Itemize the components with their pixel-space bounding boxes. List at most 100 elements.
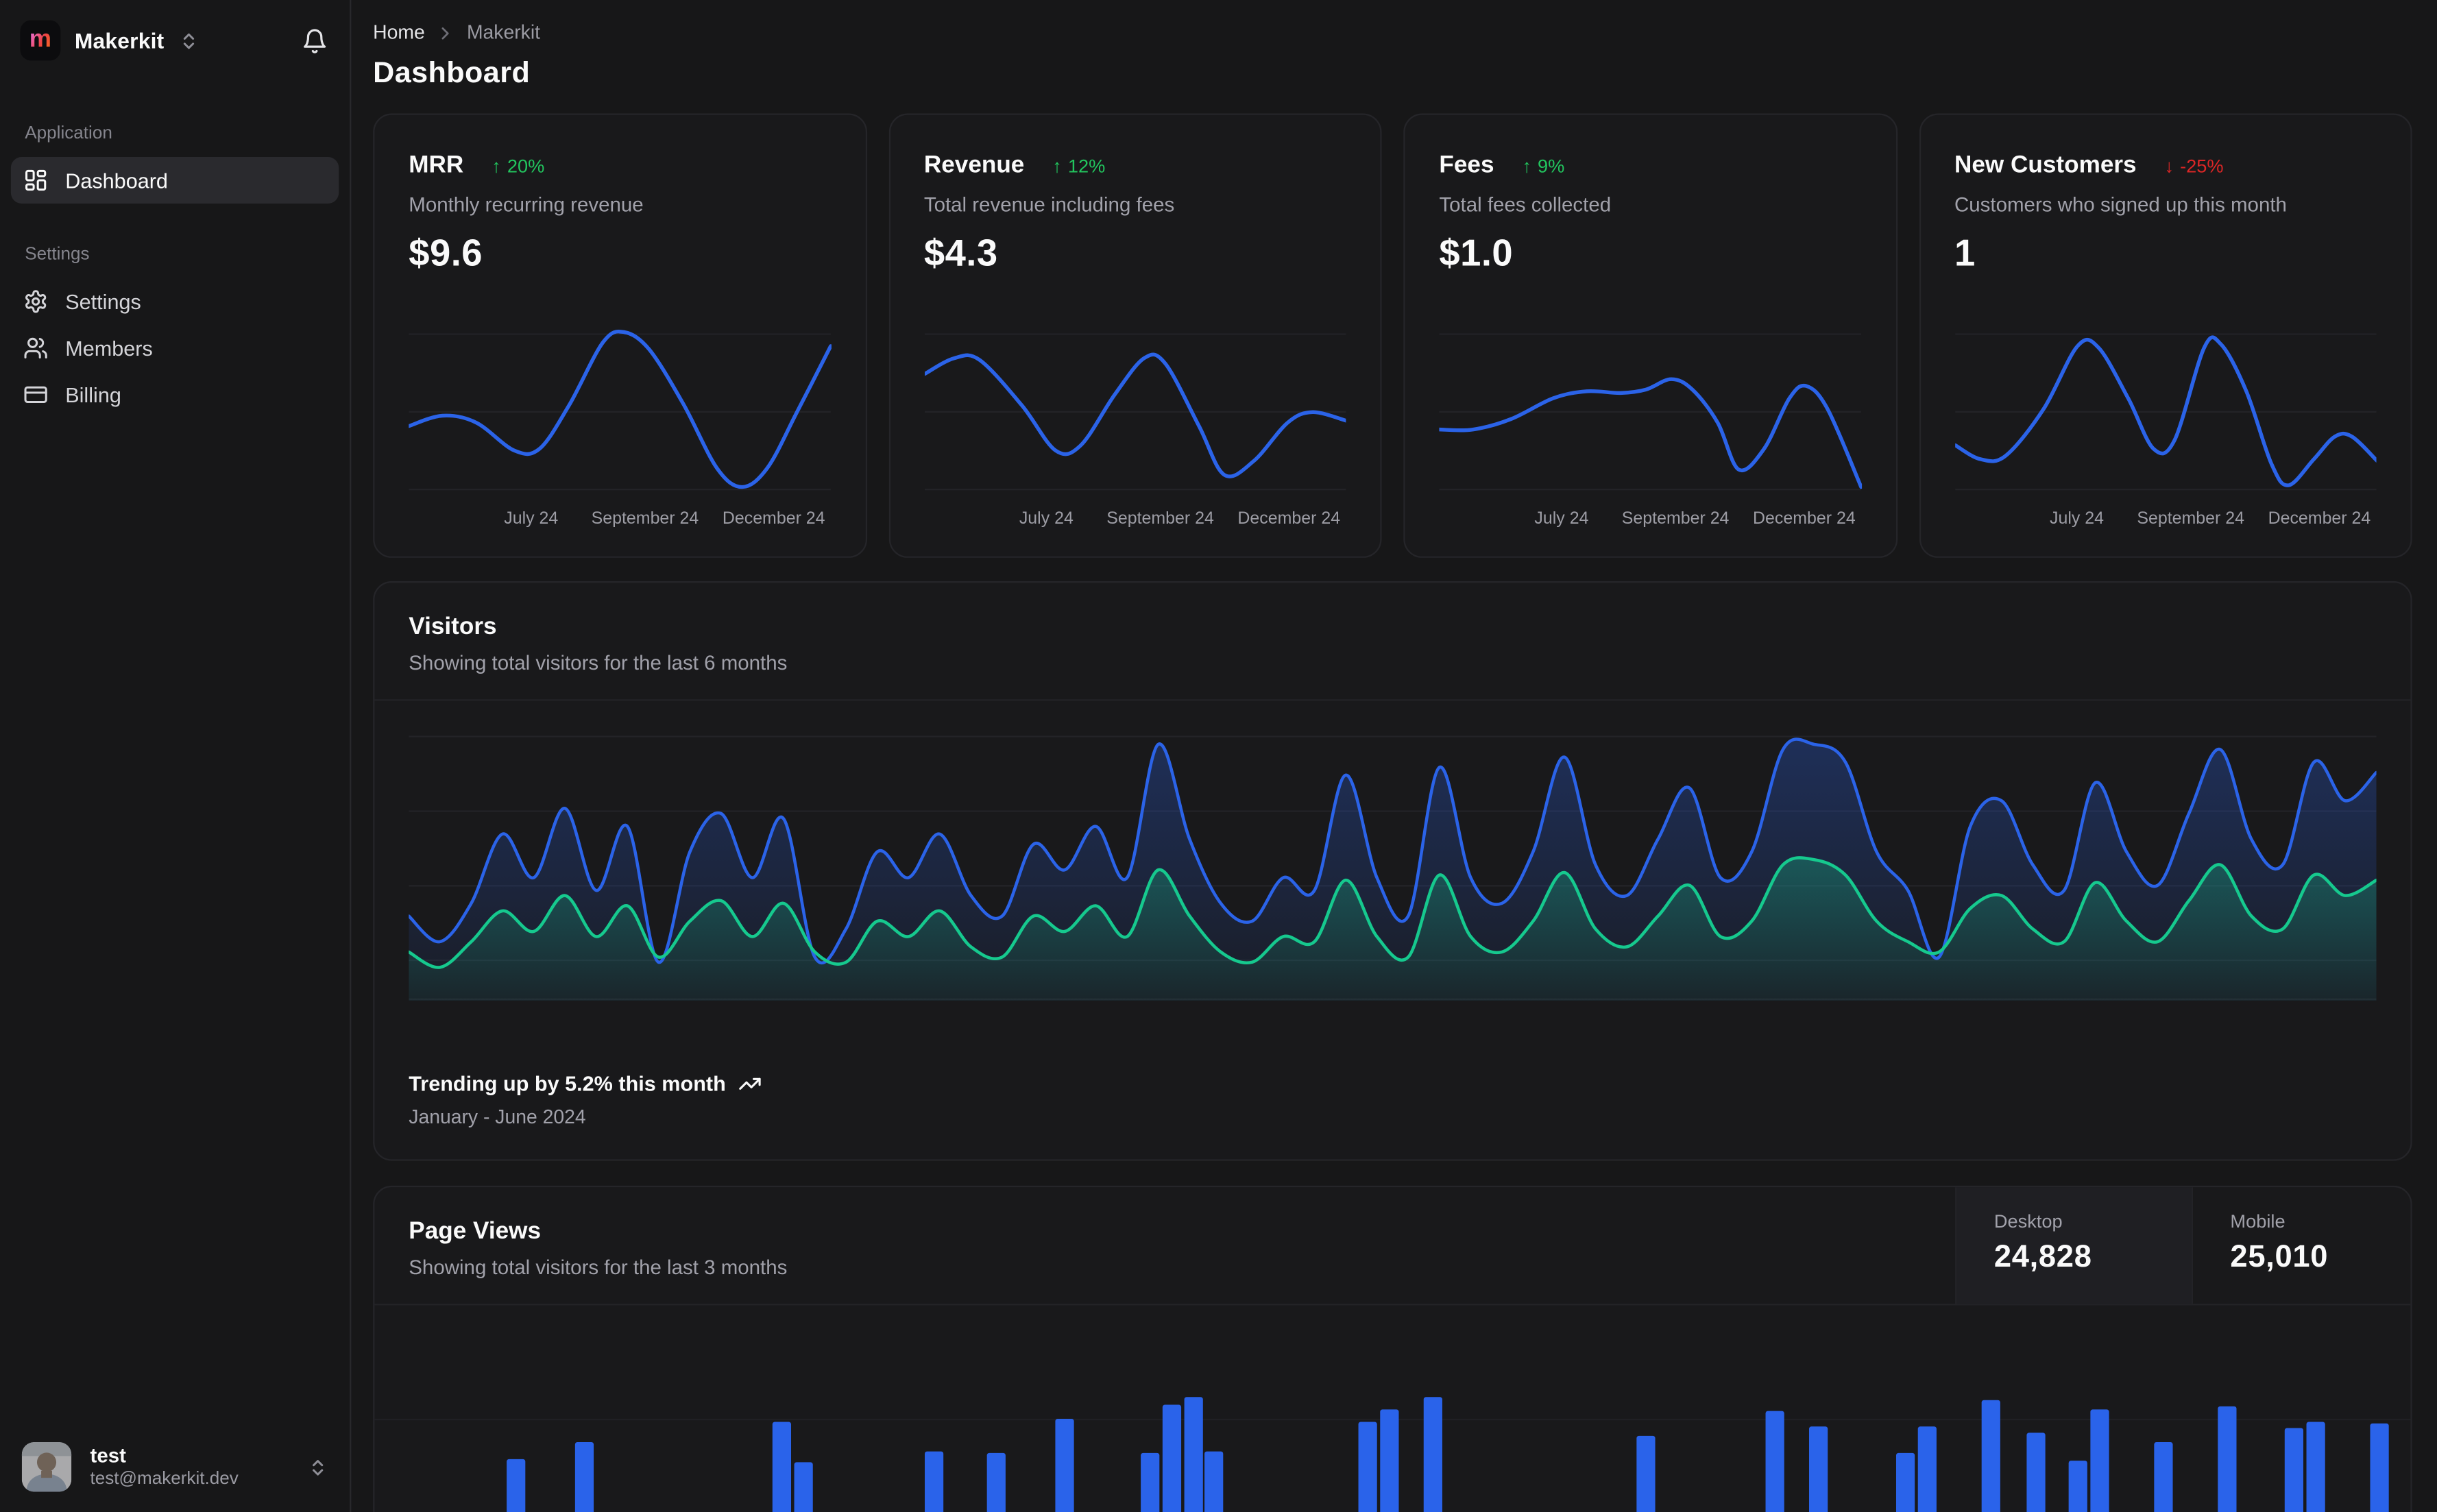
sidebar-item-label: Billing — [65, 382, 121, 406]
bar — [1636, 1435, 1656, 1512]
bar — [1204, 1451, 1224, 1512]
stat-card-fees: Fees ↑ 9% Total fees collected $1.0 July … — [1403, 113, 1898, 558]
stat-title: MRR — [409, 152, 464, 179]
tab-desktop[interactable]: Desktop 24,828 — [1955, 1187, 2192, 1304]
stat-cards-row: MRR ↑ 20% Monthly recurring revenue $9.6 … — [373, 113, 2412, 558]
tab-mobile[interactable]: Mobile 25,010 — [2191, 1187, 2411, 1304]
sidebar-item-dashboard[interactable]: Dashboard — [10, 156, 339, 204]
stat-title: Fees — [1439, 152, 1494, 179]
main-content: Home Makerkit Dashboard MRR ↑ 20% Monthly… — [351, 0, 2437, 1512]
bar — [924, 1451, 944, 1512]
visitors-date-range: January - June 2024 — [409, 1106, 586, 1128]
bar — [2068, 1461, 2087, 1512]
visitors-subtitle: Showing total visitors for the last 6 mo… — [409, 650, 788, 674]
stat-title: New Customers — [1954, 152, 2137, 179]
visitors-title: Visitors — [409, 613, 497, 641]
trending-up-icon — [739, 1077, 761, 1090]
dashboard-page: m Makerkit Application Dashboard Setting… — [0, 0, 2437, 1512]
trend-badge: ↑ 9% — [1522, 155, 1565, 178]
visitors-header: Visitors Showing total visitors for the … — [374, 583, 2411, 701]
revenue-line-chart — [924, 321, 1346, 496]
bar — [2218, 1406, 2237, 1512]
mrr-line-chart — [409, 321, 831, 496]
nav-section-label-settings: Settings — [25, 245, 90, 265]
bar — [2284, 1428, 2303, 1512]
stat-subtitle: Total fees collected — [1439, 193, 1612, 217]
visitors-area-chart — [409, 714, 2377, 1001]
bar — [1184, 1397, 1203, 1512]
logo-letter: m — [29, 26, 52, 53]
bar — [2026, 1432, 2046, 1512]
mobile-total: 25,010 — [2230, 1240, 2329, 1275]
bar — [2090, 1409, 2109, 1512]
desktop-total: 24,828 — [1993, 1240, 2092, 1275]
trend-badge: ↑ 20% — [492, 155, 545, 178]
stat-card-new-customers: New Customers ↓ -25% Customers who signed… — [1918, 113, 2412, 558]
avatar — [21, 1441, 72, 1492]
sidebar-item-settings[interactable]: Settings — [11, 278, 339, 325]
notifications-bell-icon[interactable] — [302, 27, 328, 54]
bar — [1162, 1404, 1182, 1512]
bar — [1809, 1426, 1828, 1512]
bar — [794, 1462, 813, 1512]
sidebar-item-label: Dashboard — [65, 168, 168, 192]
stat-subtitle: Monthly recurring revenue — [409, 193, 644, 217]
stat-subtitle: Customers who signed up this month — [1954, 193, 2287, 217]
makerkit-logo: m — [20, 20, 61, 61]
page-views-subtitle: Showing total visitors for the last 3 mo… — [409, 1255, 788, 1279]
bar — [1895, 1452, 1915, 1512]
user-email: test@makerkit.dev — [90, 1469, 239, 1488]
bar — [1981, 1400, 2000, 1512]
credit-card-icon — [24, 386, 47, 403]
stat-card-revenue: Revenue ↑ 12% Total revenue including fee… — [888, 113, 1382, 558]
trend-badge: ↑ 12% — [1052, 155, 1106, 178]
nav-section-label-application: Application — [25, 124, 112, 143]
visitors-footer: Trending up by 5.2% this month January -… — [374, 1072, 2410, 1159]
stat-value: $1.0 — [1439, 233, 1514, 276]
user-name: test — [90, 1443, 126, 1467]
sidebar: m Makerkit Application Dashboard Setting… — [0, 0, 352, 1512]
bar — [2306, 1422, 2325, 1512]
sidebar-item-members[interactable]: Members — [11, 325, 339, 371]
page-views-card: Page Views Showing total visitors for th… — [373, 1185, 2412, 1512]
new-customers-line-chart — [1954, 321, 2377, 496]
arrow-up-icon: ↑ — [492, 155, 501, 178]
arrow-down-icon: ↓ — [2164, 155, 2174, 178]
breadcrumb-home-link[interactable]: Home — [373, 22, 425, 44]
bar — [1917, 1426, 1937, 1512]
sidebar-item-label: Members — [65, 336, 153, 360]
x-axis-labels: July 24 September 24 December 24 — [2049, 509, 2371, 528]
bar — [1423, 1397, 1442, 1512]
bar — [574, 1441, 594, 1512]
user-menu-chevrons-icon[interactable] — [308, 1457, 328, 1477]
stat-title: Revenue — [923, 152, 1025, 179]
x-axis-labels: July 24 September 24 December 24 — [1019, 509, 1341, 528]
sidebar-nav: Application Dashboard Settings Settings … — [0, 124, 350, 418]
stat-subtitle: Total revenue including fees — [923, 193, 1175, 217]
x-axis-labels: July 24 September 24 December 24 — [504, 509, 825, 528]
page-title: Dashboard — [373, 57, 531, 90]
bar — [2370, 1423, 2389, 1512]
workspace-switcher-icon[interactable] — [178, 30, 198, 50]
workspace-name: Makerkit — [74, 27, 165, 53]
stat-value: $4.3 — [923, 233, 998, 276]
bar — [772, 1422, 792, 1512]
x-axis-labels: July 24 September 24 December 24 — [1534, 509, 1856, 528]
bar — [1141, 1452, 1160, 1512]
trend-badge: ↓ -25% — [2164, 155, 2224, 178]
bar — [2154, 1441, 2173, 1512]
bar — [507, 1459, 526, 1512]
arrow-up-icon: ↑ — [1522, 155, 1531, 178]
breadcrumb: Home Makerkit — [373, 22, 2412, 44]
bar — [1055, 1418, 1074, 1512]
sidebar-item-billing[interactable]: Billing — [11, 371, 339, 418]
bar — [1358, 1422, 1377, 1512]
gear-icon — [25, 290, 47, 313]
page-views-bar-chart — [374, 1305, 2411, 1512]
bar — [1380, 1409, 1399, 1512]
user-menu[interactable]: test test@makerkit.dev — [0, 1441, 350, 1512]
breadcrumb-current: Makerkit — [466, 21, 541, 44]
workspace-header: m Makerkit — [0, 0, 350, 81]
fees-line-chart — [1439, 321, 1861, 496]
visitors-card: Visitors Showing total visitors for the … — [373, 581, 2412, 1161]
